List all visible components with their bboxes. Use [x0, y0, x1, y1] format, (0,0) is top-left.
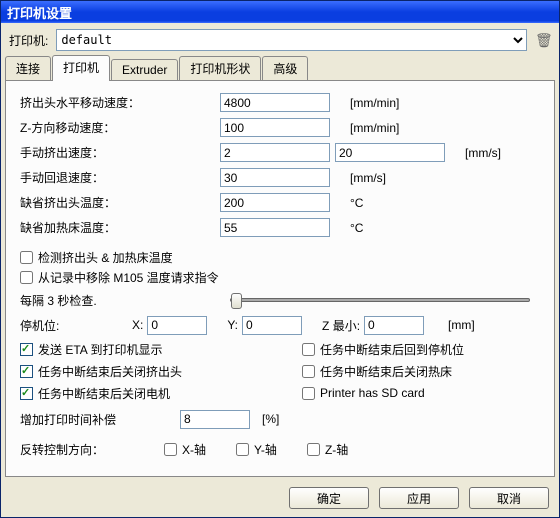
apply-button[interactable]: 应用 [379, 487, 459, 509]
addtime-label: 增加打印时间补偿 [20, 411, 180, 428]
cancel-button[interactable]: 取消 [469, 487, 549, 509]
printer-panel: 挤出头水平移动速度： [mm/min] Z-方向移动速度： [mm/min] 手… [5, 80, 555, 477]
check-temps-label: 检测挤出头 & 加热床温度 [38, 249, 173, 266]
printer-label: 打印机: [9, 32, 48, 49]
window-title: 打印机设置 [7, 3, 72, 22]
manret-label: 手动回退速度： [20, 169, 220, 186]
park-unit: [mm] [448, 318, 475, 332]
extoff-checkbox[interactable] [20, 365, 33, 378]
remove-m105-label: 从记录中移除 M105 温度请求指令 [38, 269, 219, 286]
sdcard-checkbox[interactable] [302, 387, 315, 400]
invert-x-label: X-轴 [182, 441, 206, 458]
tab-extruder[interactable]: Extruder [111, 59, 178, 80]
sdcard-label: Printer has SD card [320, 386, 425, 400]
extemp-input[interactable] [220, 193, 330, 212]
bedoff-checkbox[interactable] [302, 365, 315, 378]
interval-slider[interactable] [230, 298, 530, 302]
manext-unit: [mm/s] [465, 146, 501, 160]
travel-feed-unit: [mm/min] [350, 96, 399, 110]
manret-input[interactable] [220, 168, 330, 187]
button-bar: 确定 应用 取消 [1, 481, 559, 517]
zfeed-label: Z-方向移动速度： [20, 119, 220, 136]
motoff-label: 任务中断结束后关闭电机 [38, 385, 170, 402]
manext-label: 手动挤出速度： [20, 144, 220, 161]
motoff-checkbox[interactable] [20, 387, 33, 400]
park-x-input[interactable] [147, 316, 207, 335]
delete-printer-icon[interactable]: 🗑 [535, 32, 551, 48]
remove-m105-checkbox[interactable] [20, 271, 33, 284]
titlebar: 打印机设置 [1, 1, 559, 23]
invert-y-label: Y-轴 [254, 441, 277, 458]
manext-input2[interactable] [335, 143, 445, 162]
tab-printer[interactable]: 打印机 [52, 55, 110, 81]
park-x-label: X: [132, 318, 143, 332]
invert-x-checkbox[interactable] [164, 443, 177, 456]
travel-feed-input[interactable] [220, 93, 330, 112]
slider-thumb[interactable] [231, 293, 242, 309]
printer-settings-window: 打印机设置 打印机: default 🗑 连接 打印机 Extruder 打印机… [0, 0, 560, 518]
park-z-label: Z 最小: [322, 317, 360, 334]
bedoff-label: 任务中断结束后关闭热床 [320, 363, 452, 380]
manret-unit: [mm/s] [350, 171, 386, 185]
zfeed-unit: [mm/min] [350, 121, 399, 135]
addtime-input[interactable] [180, 410, 250, 429]
zfeed-input[interactable] [220, 118, 330, 137]
invert-z-checkbox[interactable] [307, 443, 320, 456]
check-temps-checkbox[interactable] [20, 251, 33, 264]
extoff-label: 任务中断结束后关闭挤出头 [38, 363, 182, 380]
tab-shape[interactable]: 打印机形状 [179, 56, 261, 80]
ok-button[interactable]: 确定 [289, 487, 369, 509]
printer-select-row: 打印机: default 🗑 [1, 23, 559, 55]
eta-checkbox[interactable] [20, 343, 33, 356]
invert-y-checkbox[interactable] [236, 443, 249, 456]
goto-park-label: 任务中断结束后回到停机位 [320, 341, 464, 358]
goto-park-checkbox[interactable] [302, 343, 315, 356]
invert-z-label: Z-轴 [325, 441, 348, 458]
addtime-unit: [%] [262, 412, 279, 426]
park-y-label: Y: [227, 318, 238, 332]
bedtemp-unit: °C [350, 221, 363, 235]
park-z-input[interactable] [364, 316, 424, 335]
bedtemp-label: 缺省加热床温度： [20, 219, 220, 236]
extemp-label: 缺省挤出头温度： [20, 194, 220, 211]
tab-connection[interactable]: 连接 [5, 56, 51, 80]
extemp-unit: °C [350, 196, 363, 210]
tab-advanced[interactable]: 高级 [262, 56, 308, 80]
interval-label: 每隔 3 秒检查. [20, 292, 220, 309]
park-y-input[interactable] [242, 316, 302, 335]
tabs: 连接 打印机 Extruder 打印机形状 高级 [1, 55, 559, 80]
park-label: 停机位: [20, 317, 128, 334]
eta-label: 发送 ETA 到打印机显示 [38, 341, 162, 358]
travel-feed-label: 挤出头水平移动速度： [20, 94, 220, 111]
invert-label: 反转控制方向： [20, 441, 104, 458]
printer-select[interactable]: default [56, 29, 527, 51]
bedtemp-input[interactable] [220, 218, 330, 237]
manext-input1[interactable] [220, 143, 330, 162]
